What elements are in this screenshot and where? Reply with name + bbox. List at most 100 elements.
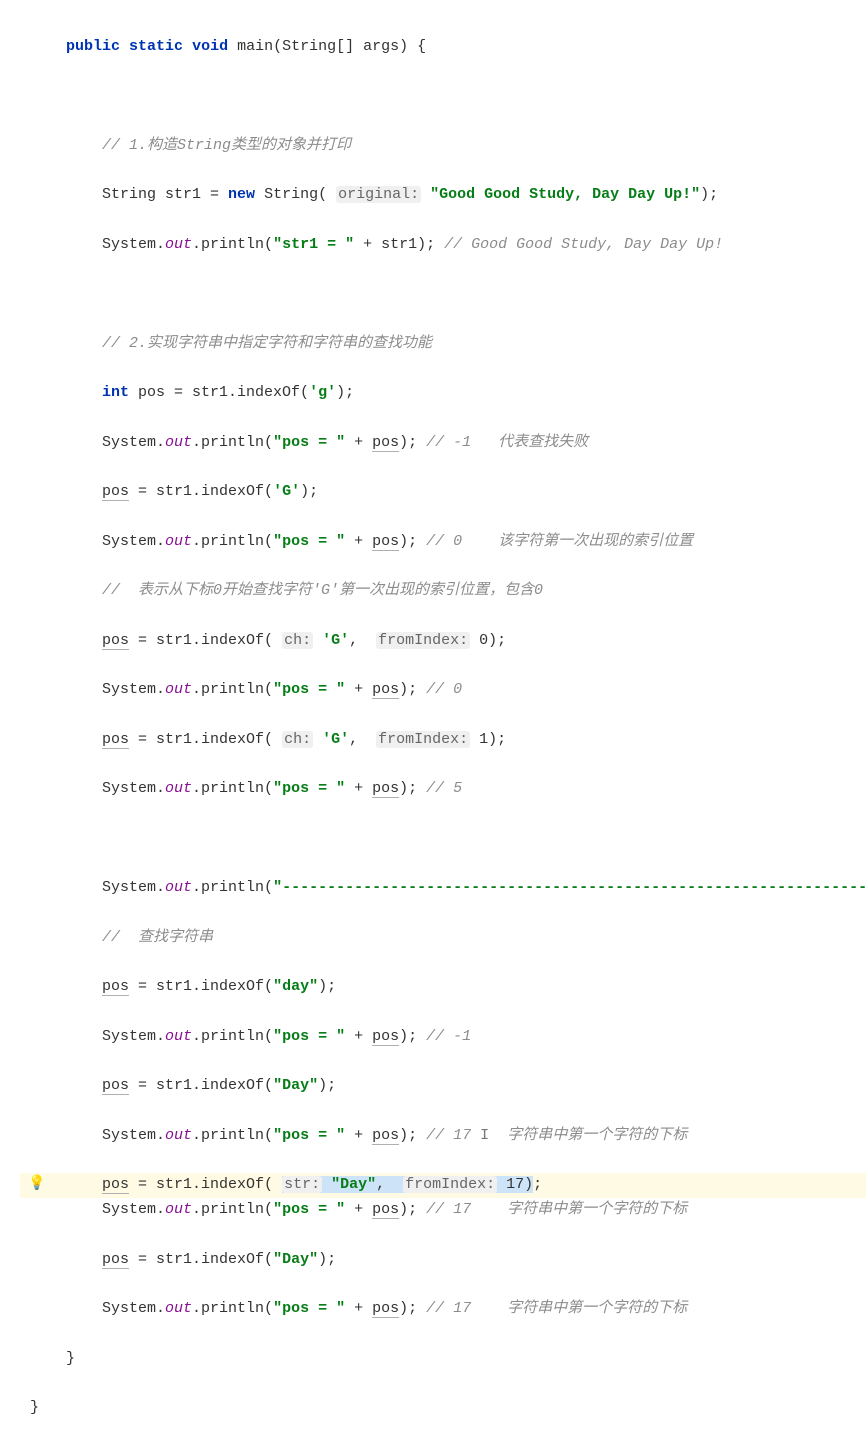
code: );: [336, 384, 354, 401]
code-line: // 表示从下标0开始查找字符'G'第一次出现的索引位置，包含0: [20, 579, 856, 604]
code: );: [700, 186, 718, 203]
code: String(: [255, 186, 336, 203]
field-out: out: [165, 1201, 192, 1218]
code: .println(: [192, 1028, 273, 1045]
code: .println(: [192, 681, 273, 698]
code-line: // 1.构造String类型的对象并打印: [20, 134, 856, 159]
var-pos: pos: [102, 978, 129, 996]
code: .println(: [192, 1127, 273, 1144]
var-pos: pos: [372, 1127, 399, 1145]
code-line: pos = str1.indexOf("Day");: [20, 1074, 856, 1099]
code: );: [399, 1201, 426, 1218]
code: .println(: [192, 533, 273, 550]
field-out: out: [165, 1300, 192, 1317]
code: .println(: [192, 1201, 273, 1218]
string-literal: "Good Good Study, Day Day Up!": [421, 186, 700, 203]
number: 17: [497, 1176, 524, 1193]
string-literal: "pos = ": [273, 1028, 345, 1045]
comment: // 1.构造String类型的对象并打印: [102, 137, 351, 154]
code-line: System.out.println("pos = " + pos); // 0: [20, 678, 856, 703]
code: +: [345, 434, 372, 451]
param-hint: fromIndex:: [376, 731, 470, 748]
code: +: [345, 1028, 372, 1045]
brace-close: }: [30, 1399, 39, 1416]
var-pos: pos: [372, 533, 399, 551]
string-literal: "pos = ": [273, 1300, 345, 1317]
code: [] args) {: [336, 38, 426, 55]
string-literal: "str1 = ": [273, 236, 354, 253]
field-out: out: [165, 533, 192, 550]
code: ,: [349, 632, 376, 649]
code: System.: [102, 681, 165, 698]
code: );: [399, 434, 426, 451]
comment: // 17: [426, 1300, 471, 1317]
code: );: [399, 1127, 426, 1144]
lightbulb-icon[interactable]: 💡: [28, 1173, 45, 1196]
code: +: [345, 1201, 372, 1218]
var-pos: pos: [372, 780, 399, 798]
comment: 字符串中第一个字符的下标: [507, 1300, 687, 1317]
string-literal: "pos = ": [273, 780, 345, 797]
keyword-int: int: [102, 384, 129, 401]
code: = str1.indexOf(: [129, 1077, 273, 1094]
keyword-new: new: [228, 186, 255, 203]
code: ,: [349, 731, 376, 748]
code: );: [318, 1251, 336, 1268]
string-literal: "pos = ": [273, 533, 345, 550]
comment: // Good Good Study, Day Day Up!: [444, 236, 723, 253]
var-pos: pos: [102, 731, 129, 749]
field-out: out: [165, 879, 192, 896]
var-pos: pos: [372, 434, 399, 452]
active-line[interactable]: 💡 pos = str1.indexOf( str: "Day", fromIn…: [20, 1173, 866, 1198]
string-literal: "pos = ": [273, 1201, 345, 1218]
code-line: }: [20, 1347, 856, 1372]
comment: // 0: [426, 681, 462, 698]
code: );: [399, 681, 426, 698]
var-pos: pos: [102, 1077, 129, 1095]
brace-close: }: [66, 1350, 75, 1367]
string-literal: "Day": [322, 1176, 376, 1193]
code: = str1.indexOf(: [129, 978, 273, 995]
code: );: [318, 1077, 336, 1094]
var-pos: pos: [372, 1201, 399, 1219]
code-line: System.out.println("--------------------…: [20, 876, 856, 901]
param-hint: fromIndex:: [403, 1176, 497, 1193]
keyword-static: static: [129, 38, 183, 55]
code: );: [399, 1028, 426, 1045]
keyword-public: public: [66, 38, 120, 55]
code-line: }: [20, 1396, 856, 1421]
code: = str1.indexOf(: [129, 483, 273, 500]
param-hint: str:: [282, 1176, 322, 1193]
field-out: out: [165, 681, 192, 698]
var-pos: pos: [102, 632, 129, 650]
blank-line: [20, 282, 856, 307]
code-line: pos = str1.indexOf('G');: [20, 480, 856, 505]
code: = str1.indexOf(: [129, 1251, 273, 1268]
keyword-void: void: [192, 38, 228, 55]
comment: // 17: [426, 1201, 471, 1218]
code: .println(: [192, 879, 273, 896]
field-out: out: [165, 236, 192, 253]
comment: // 0 该字符第一次出现的索引位置: [426, 533, 693, 550]
var-pos: pos: [372, 681, 399, 699]
code-line: String str1 = new String( original: "Goo…: [20, 183, 856, 208]
string-literal: "pos = ": [273, 434, 345, 451]
code: System.: [102, 1201, 165, 1218]
number: 0: [470, 632, 488, 649]
method-name: main: [237, 38, 273, 55]
code: + str1);: [354, 236, 444, 253]
code: +: [345, 1300, 372, 1317]
code-line: // 2.实现字符串中指定字符和字符串的查找功能: [20, 332, 856, 357]
code: .println(: [192, 434, 273, 451]
comment: 字符串中第一个字符的下标: [507, 1201, 687, 1218]
code: +: [345, 780, 372, 797]
comment: // -1: [426, 1028, 471, 1045]
field-out: out: [165, 1127, 192, 1144]
code: System.: [102, 1300, 165, 1317]
code-line: // 查找字符串: [20, 926, 856, 951]
code: );: [488, 731, 506, 748]
comment: // -1 代表查找失败: [426, 434, 588, 451]
char-literal: 'g': [309, 384, 336, 401]
code: +: [345, 681, 372, 698]
param-hint: fromIndex:: [376, 632, 470, 649]
